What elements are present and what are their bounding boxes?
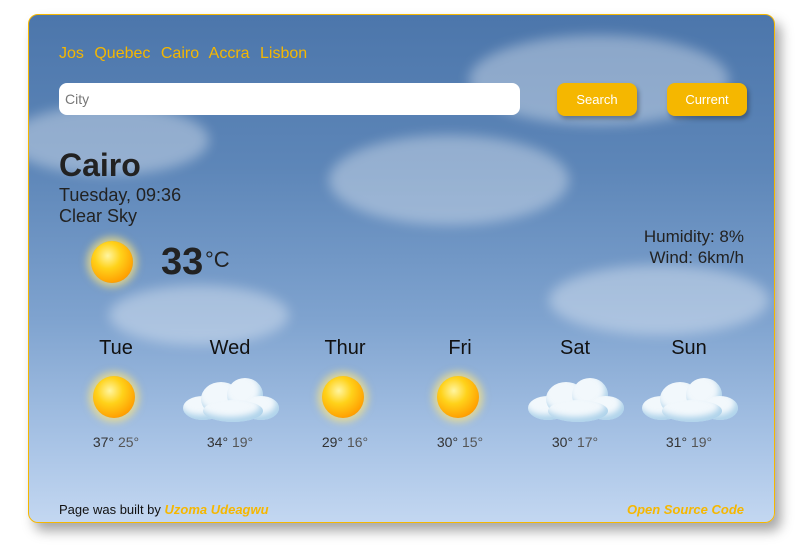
forecast-min: 17° (576, 434, 599, 450)
forecast-max: 29° (321, 434, 344, 450)
forecast-day-name: Tue (99, 337, 133, 359)
forecast-day: Fri 30° 15° (405, 337, 515, 450)
background-cloud (329, 135, 569, 225)
wind-speed: Wind: 6km/h (649, 248, 744, 267)
forecast-day-name: Wed (209, 337, 251, 359)
cloud-icon (642, 378, 740, 422)
forecast-min: 16° (346, 434, 369, 450)
weather-app-card: Jos Quebec Cairo Accra Lisbon Search Cur… (28, 14, 775, 523)
forecast-day-name: Sun (671, 337, 707, 359)
city-link-cairo[interactable]: Cairo (161, 45, 199, 62)
background-cloud (109, 285, 289, 345)
forecast-day-name: Thur (324, 337, 366, 359)
search-button[interactable]: Search (557, 83, 637, 116)
weather-description: Clear Sky (59, 206, 138, 226)
sun-icon (93, 376, 135, 418)
author-link[interactable]: Uzoma Udeagwu (165, 502, 269, 517)
forecast-day-name: Fri (448, 337, 472, 359)
forecast-max: 30° (551, 434, 574, 450)
city-link-jos[interactable]: Jos (59, 45, 84, 62)
footer-built-by-text: Page was built by (59, 502, 161, 517)
forecast-day: Sat 30° 17° (520, 337, 630, 450)
forecast-min: 25° (117, 434, 140, 450)
forecast-day: Tue 37° 25° (61, 337, 171, 450)
forecast-min: 15° (461, 434, 484, 450)
forecast-max: 31° (665, 434, 688, 450)
background-cloud (549, 265, 769, 335)
sun-icon (322, 376, 364, 418)
forecast-day: Sun 31° 19° (634, 337, 744, 450)
sun-icon (91, 241, 133, 283)
city-name: Cairo (59, 147, 141, 183)
forecast-max: 30° (436, 434, 459, 450)
current-datetime: Tuesday, 09:36 (59, 185, 182, 205)
forecast-day: Thur 29° 16° (290, 337, 400, 450)
humidity: Humidity: 8% (643, 227, 744, 246)
current-temperature: 33 (161, 241, 204, 283)
forecast-max: 37° (92, 434, 115, 450)
source-code-link[interactable]: Open Source Code (627, 502, 744, 517)
quick-city-links: Jos Quebec Cairo Accra Lisbon (59, 45, 313, 63)
forecast-day: Wed 34° 19° (175, 337, 285, 450)
sun-icon (437, 376, 479, 418)
city-link-lisbon[interactable]: Lisbon (260, 45, 307, 62)
city-link-accra[interactable]: Accra (209, 45, 250, 62)
forecast-min: 19° (231, 434, 254, 450)
cloud-icon (528, 378, 626, 422)
temperature-unit: °C (205, 247, 230, 272)
city-link-quebec[interactable]: Quebec (94, 45, 150, 62)
current-location-button[interactable]: Current (667, 83, 747, 116)
forecast-day-name: Sat (559, 337, 591, 359)
cloud-icon (183, 378, 281, 422)
footer-credit: Page was built by Uzoma Udeagwu (59, 502, 269, 517)
city-search-input[interactable] (59, 83, 520, 115)
forecast-max: 34° (206, 434, 229, 450)
forecast-min: 19° (690, 434, 713, 450)
